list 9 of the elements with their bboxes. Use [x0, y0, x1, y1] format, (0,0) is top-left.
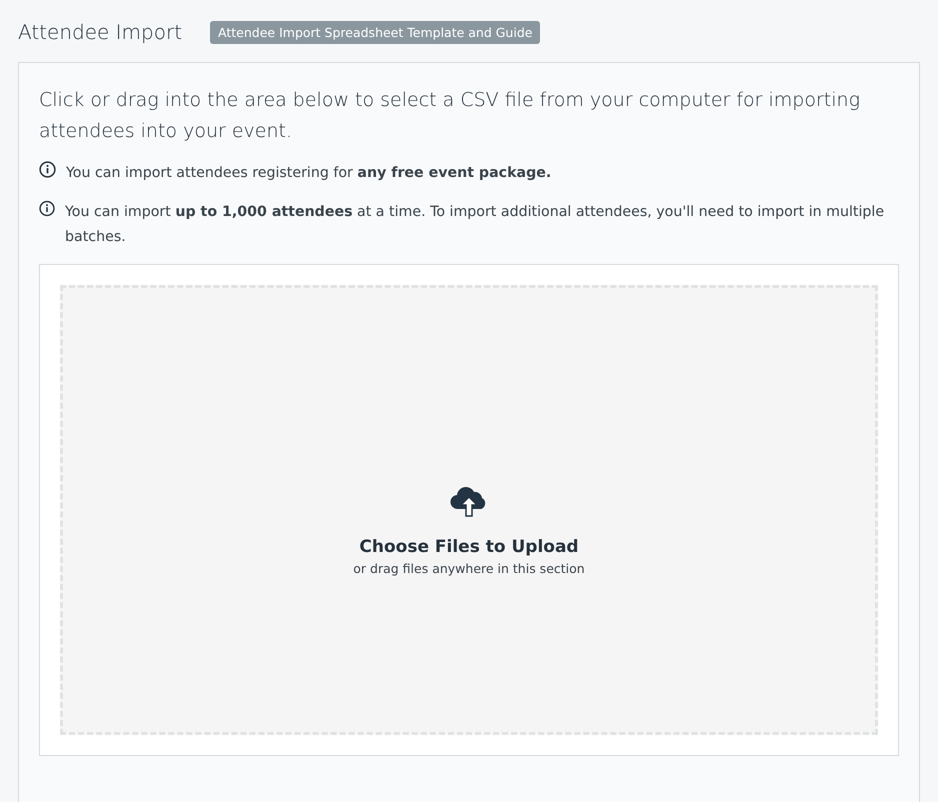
- drop-zone[interactable]: Choose Files to Upload or drag files anywhere in this section: [60, 285, 878, 735]
- info-note: You can import up to 1,000 attendees at a time. To import additional attendees, you'll need to import in multiple batches.: [65, 203, 886, 247]
- info-icon: [39, 161, 56, 178]
- upload-hint: or drag files anywhere in this section: [353, 560, 585, 576]
- info-note: You can import attendees registering for any free event package.: [66, 164, 552, 183]
- intro-text: Click or drag into the area below to select a CSV file from your computer for importing attendees into your event.: [39, 88, 861, 144]
- info-icon: [39, 200, 56, 217]
- page-title: Attendee Import: [18, 20, 182, 44]
- upload-title: Choose Files to Upload: [359, 536, 579, 556]
